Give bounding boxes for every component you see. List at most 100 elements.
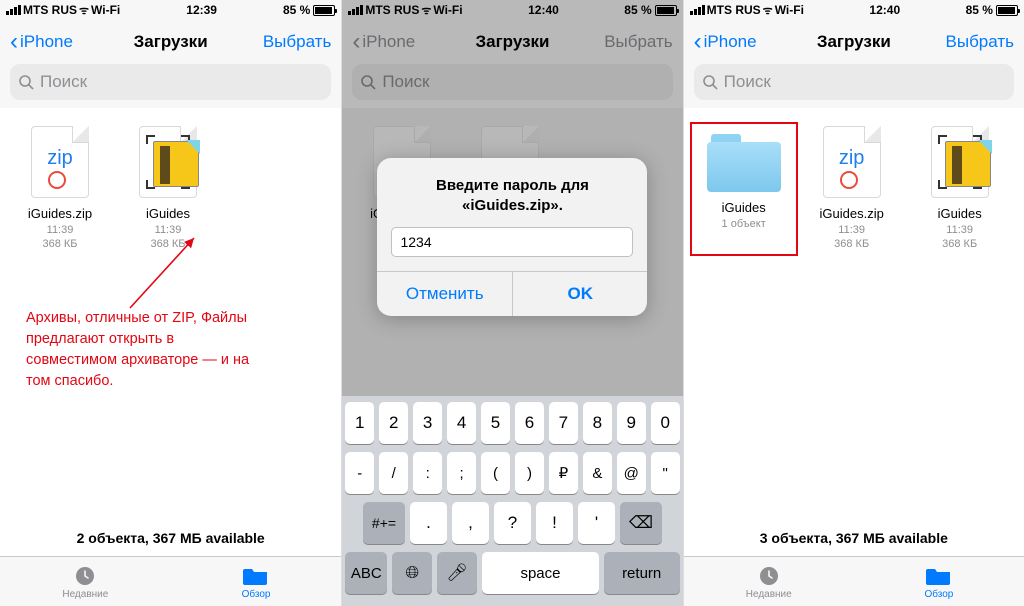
wifi-icon: ︎ᯤ — [421, 3, 431, 18]
page-title: Загрузки — [117, 32, 224, 52]
battery-icon — [313, 5, 335, 16]
battery-icon — [996, 5, 1018, 16]
signal-icon — [348, 5, 363, 15]
key-lparen[interactable]: ( — [481, 452, 510, 494]
select-button[interactable]: Выбрать — [224, 32, 331, 52]
signal-icon — [690, 5, 705, 15]
keyboard-row-2: - / : ; ( ) ₽ & @ " — [345, 452, 679, 494]
wifi-icon: ︎ᯤ — [763, 3, 773, 18]
chevron-left-icon: ‹ — [10, 28, 18, 56]
password-input[interactable] — [391, 227, 633, 257]
key-space[interactable]: space — [482, 552, 598, 594]
key-5[interactable]: 5 — [481, 402, 510, 444]
key-return[interactable]: return — [604, 552, 680, 594]
file-name: iGuides — [114, 206, 222, 221]
file-item-folder[interactable]: iGuides 1 объект — [690, 122, 798, 256]
clock: 12:39 — [120, 3, 283, 17]
annotation-text: Архивы, отличные от ZIP, Файлы предлагаю… — [26, 308, 256, 392]
mic-icon: 🎤︎ — [447, 563, 469, 583]
key-3[interactable]: 3 — [413, 402, 442, 444]
search-icon — [18, 74, 34, 90]
nav-bar: ‹iPhone Загрузки Выбрать — [0, 20, 341, 64]
key-globe[interactable]: 🌐︎ — [392, 552, 432, 594]
cancel-button[interactable]: Отменить — [377, 272, 512, 316]
folder-icon — [707, 134, 781, 192]
key-period[interactable]: . — [410, 502, 447, 544]
key-apos[interactable]: ' — [578, 502, 615, 544]
key-symbols[interactable]: #+= — [363, 502, 405, 544]
file-item-archive[interactable]: iGuides 11:39368 КБ — [906, 122, 1014, 256]
search-placeholder: Поиск — [40, 72, 87, 92]
chevron-left-icon: ‹ — [352, 28, 360, 56]
status-bar: MTS RUS ︎ᯤ Wi-Fi 12:39 85 % — [0, 0, 341, 20]
key-dash[interactable]: - — [345, 452, 374, 494]
tab-recent[interactable]: Недавние — [684, 557, 854, 606]
tab-browse[interactable]: Обзор — [854, 557, 1024, 606]
key-question[interactable]: ? — [494, 502, 531, 544]
file-item-zip[interactable]: zip iGuides.zip 11:39368 КБ — [798, 122, 906, 256]
key-rparen[interactable]: ) — [515, 452, 544, 494]
key-ruble[interactable]: ₽ — [549, 452, 578, 494]
key-9[interactable]: 9 — [617, 402, 646, 444]
key-6[interactable]: 6 — [515, 402, 544, 444]
back-label: iPhone — [20, 32, 73, 52]
tab-browse[interactable]: Обзор — [171, 557, 342, 606]
key-8[interactable]: 8 — [583, 402, 612, 444]
file-grid: zip iGuides.zip 11:39368 КБ iGuides 11:3… — [0, 108, 341, 520]
keyboard-row-4: ABC 🌐︎ 🎤︎ space return — [345, 552, 679, 594]
nav-bar: ‹iPhone Загрузки Выбрать — [684, 20, 1024, 64]
search-input: Поиск — [352, 64, 672, 100]
page-title: Загрузки — [800, 32, 907, 52]
file-item-archive[interactable]: iGuides 11:39368 КБ — [114, 122, 222, 256]
select-button[interactable]: Выбрать — [907, 32, 1014, 52]
screen-3: MTS RUS ︎ᯤ Wi-Fi 12:40 85 % ‹iPhone Загр… — [683, 0, 1024, 606]
clock-icon — [72, 564, 98, 588]
chevron-left-icon: ‹ — [694, 28, 702, 56]
battery-icon — [655, 5, 677, 16]
search-input[interactable]: Поиск — [10, 64, 331, 100]
globe-icon: 🌐︎ — [406, 563, 420, 583]
back-button[interactable]: ‹iPhone — [10, 28, 117, 56]
clock: 12:40 — [804, 3, 966, 17]
screen-2: MTS RUS ︎ᯤ Wi-Fi 12:40 85 % ‹iPhone Загр… — [341, 0, 682, 606]
file-item-zip[interactable]: zip iGuides.zip 11:39368 КБ — [6, 122, 114, 256]
select-button: Выбрать — [566, 32, 673, 52]
signal-icon — [6, 5, 21, 15]
search-icon — [702, 74, 718, 90]
footer-status: 3 объекта, 367 МБ available — [684, 520, 1024, 556]
key-mic[interactable]: 🎤︎ — [437, 552, 477, 594]
key-excl[interactable]: ! — [536, 502, 573, 544]
key-amp[interactable]: & — [583, 452, 612, 494]
carrier-label: MTS RUS — [23, 3, 77, 17]
keyboard: 1 2 3 4 5 6 7 8 9 0 - / : ; ( ) ₽ & @ " … — [342, 396, 682, 606]
alert-message: Введите пароль для «iGuides.zip». — [377, 158, 647, 227]
search-input[interactable]: Поиск — [694, 64, 1014, 100]
key-abc[interactable]: ABC — [345, 552, 387, 594]
key-4[interactable]: 4 — [447, 402, 476, 444]
clock: 12:40 — [463, 3, 625, 17]
key-backspace[interactable]: ⌫ — [620, 502, 662, 544]
key-2[interactable]: 2 — [379, 402, 408, 444]
back-button: ‹iPhone — [352, 28, 459, 56]
folder-icon — [243, 564, 269, 588]
key-7[interactable]: 7 — [549, 402, 578, 444]
key-quote[interactable]: " — [651, 452, 680, 494]
key-0[interactable]: 0 — [651, 402, 680, 444]
nav-bar: ‹iPhone Загрузки Выбрать — [342, 20, 682, 64]
tab-bar: Недавние Обзор — [684, 556, 1024, 606]
footer-status: 2 объекта, 367 МБ available — [0, 520, 341, 556]
wifi-icon: ︎ᯤ — [79, 3, 89, 18]
key-colon[interactable]: : — [413, 452, 442, 494]
folder-icon — [926, 564, 952, 588]
net-label: Wi-Fi — [91, 3, 120, 17]
tab-bar: Недавние Обзор — [0, 556, 341, 606]
key-comma[interactable]: , — [452, 502, 489, 544]
back-button[interactable]: ‹iPhone — [694, 28, 801, 56]
key-at[interactable]: @ — [617, 452, 646, 494]
file-grid: iGuides 1 объект zip iGuides.zip 11:3936… — [684, 108, 1024, 520]
key-1[interactable]: 1 — [345, 402, 374, 444]
key-semicolon[interactable]: ; — [447, 452, 476, 494]
tab-recent[interactable]: Недавние — [0, 557, 171, 606]
ok-button[interactable]: OK — [512, 272, 648, 316]
key-slash[interactable]: / — [379, 452, 408, 494]
